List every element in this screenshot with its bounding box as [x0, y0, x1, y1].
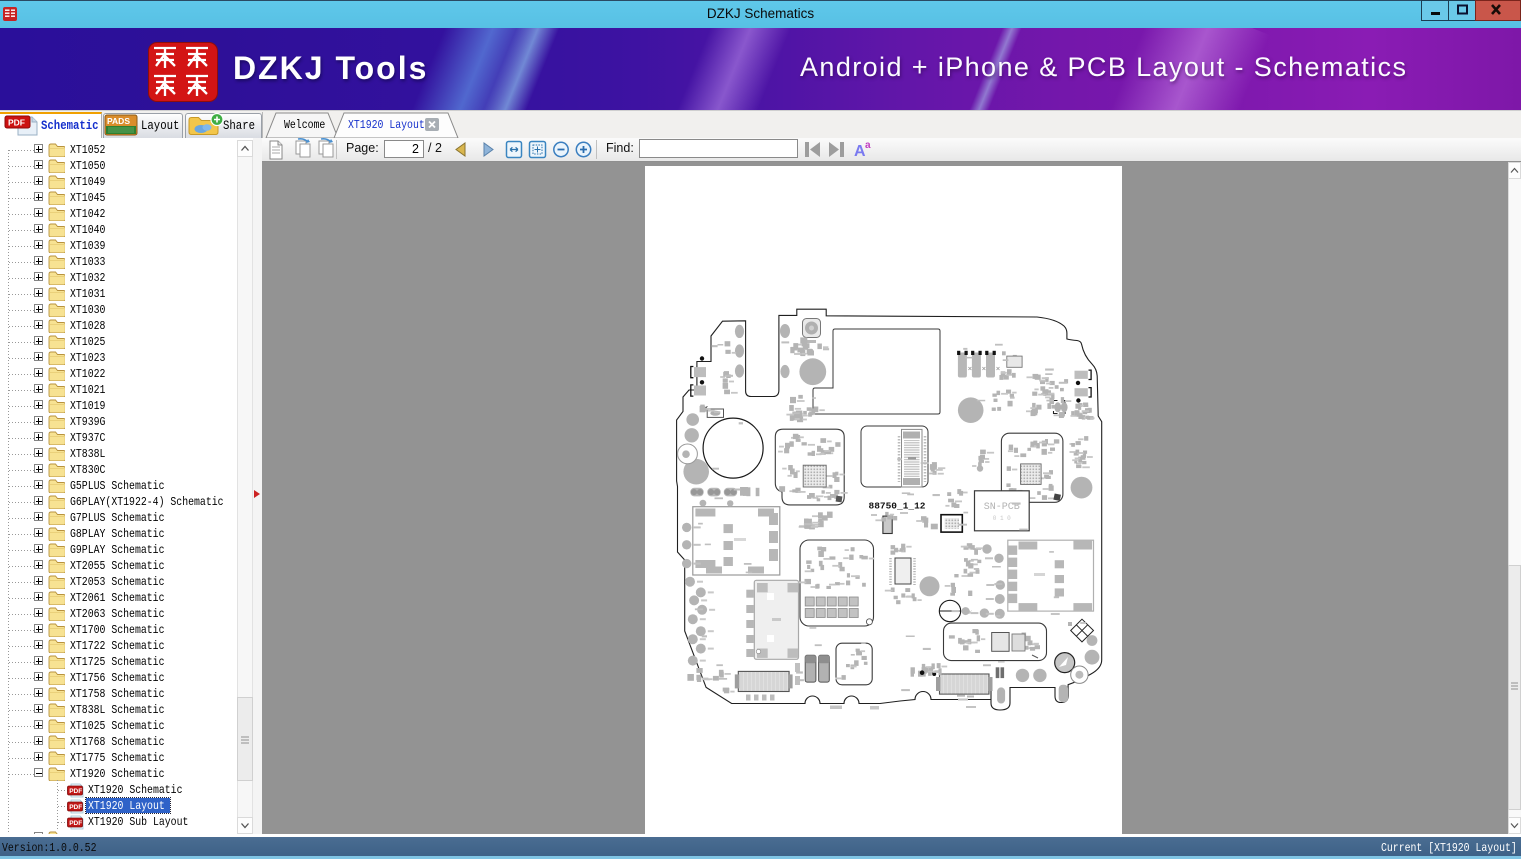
svg-text:PDF: PDF: [69, 820, 82, 827]
svg-text:a: a: [865, 140, 871, 151]
svg-text:PDF: PDF: [8, 118, 25, 128]
svg-text:PDF: PDF: [69, 788, 82, 795]
svg-text:PDF: PDF: [69, 804, 82, 811]
svg-text:88750_1_12: 88750_1_12: [869, 501, 926, 512]
svg-text:0 1 0: 0 1 0: [993, 515, 1011, 522]
